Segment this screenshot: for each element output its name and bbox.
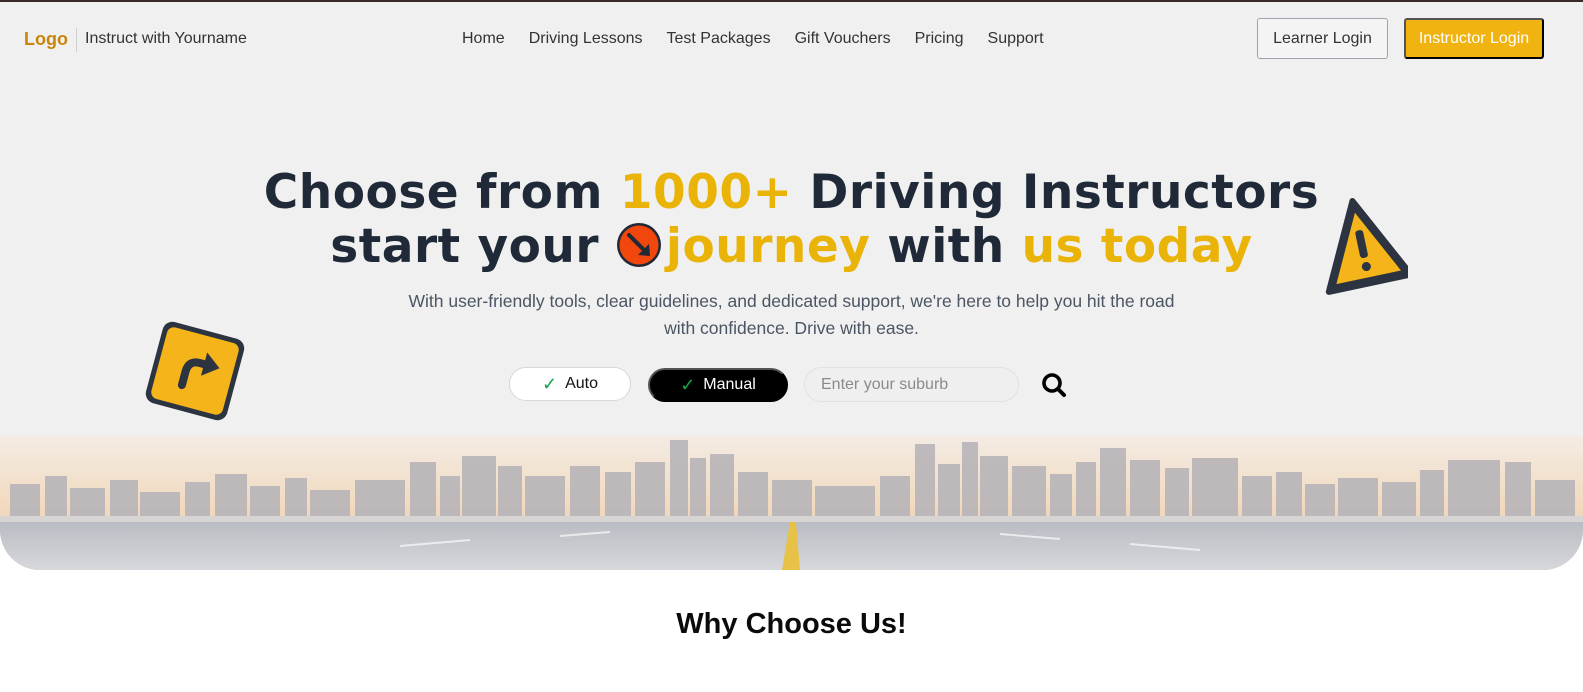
headline-text: with [870,219,1022,274]
headline-highlight-count: 1000+ [619,165,793,220]
transmission-manual-button[interactable]: ✓ Manual [648,368,788,402]
check-icon: ✓ [541,374,558,394]
logo[interactable]: Logo [24,29,68,50]
instructor-login-button[interactable]: Instructor Login [1404,18,1544,59]
hero-headline: Choose from 1000+ Driving Instructors st… [200,166,1383,274]
brand-name: Instruct with Yourname [85,30,247,47]
suburb-search-input[interactable] [804,367,1019,402]
nav-driving-lessons[interactable]: Driving Lessons [529,30,643,48]
check-icon: ✓ [680,375,696,395]
brand-divider [76,28,77,52]
why-choose-us-heading: Why Choose Us! [676,608,907,640]
headline-text: start your [330,219,616,274]
keep-left-sign-icon [616,223,661,267]
site-header: Logo Instruct with Yourname Home Driving… [0,2,1583,74]
hero-subtext: With user-friendly tools, clear guidelin… [408,291,1175,338]
nav-gift-vouchers[interactable]: Gift Vouchers [795,30,891,48]
nav-home[interactable]: Home [462,30,505,48]
main-nav: Home Driving Lessons Test Packages Gift … [462,30,1044,48]
headline-highlight-journey: journey [665,219,871,274]
transmission-auto-button[interactable]: ✓ Auto [509,367,631,401]
headline-text: Choose from [263,165,620,220]
nav-pricing[interactable]: Pricing [915,30,964,48]
transmission-manual-label: Manual [703,376,756,393]
search-icon[interactable] [1040,371,1068,399]
headline-highlight-us-today: us today [1021,219,1253,274]
turn-right-sign-icon [145,321,245,421]
transmission-auto-label: Auto [565,375,598,392]
nav-support[interactable]: Support [988,30,1044,48]
learner-login-button[interactable]: Learner Login [1257,18,1388,59]
headline-text: Driving Instructors [792,165,1320,220]
city-skyline-image [0,436,1583,570]
nav-test-packages[interactable]: Test Packages [667,30,771,48]
